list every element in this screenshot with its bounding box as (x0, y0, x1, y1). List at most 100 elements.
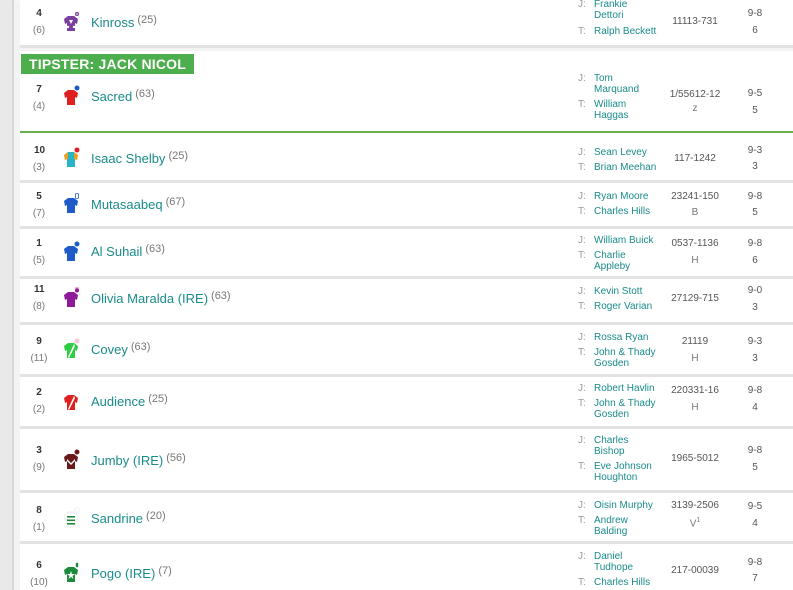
jockey-trainer: J: Rossa Ryan T: John & Thady Gosden (578, 332, 668, 369)
jockey-link[interactable]: Charles Bishop (594, 435, 639, 457)
runner-number: 2 (36, 387, 42, 398)
runner-draw: (2) (32, 404, 46, 415)
runner-draw: (7) (32, 208, 46, 219)
horse-name[interactable]: Audience (25) (91, 393, 168, 409)
runner-row[interactable]: 1 (5) Al Suhail (63) J: William Buick T: Ch… (20, 229, 793, 279)
trainer-link[interactable]: John & Thady Gosden (594, 398, 664, 420)
silk-icon (60, 390, 82, 412)
equipment: z (692, 103, 698, 114)
jockey-trainer: J: Ryan Moore T: Charles Hills (578, 191, 668, 217)
runner-row[interactable]: 2 (2) Audience (25) J: Robert Havlin T: Joh… (20, 377, 793, 429)
jockey-trainer: J: Robert Havlin T: John & Thady Gosden (578, 383, 668, 420)
runner-row[interactable]: 3 (9) Jumby (IRE) (56) J: Charles Bishop T… (20, 429, 793, 493)
tipster-badge: TIPSTER: JACK NICOL (21, 54, 195, 74)
runner-number: 3 (36, 445, 42, 456)
horse-name[interactable]: Kinross (25) (91, 14, 157, 30)
age: 5 (752, 207, 758, 218)
runner-row[interactable]: 6 (10) Pogo (IRE) (7) J: Daniel Tudhope T:… (20, 544, 793, 590)
jockey-link[interactable]: Kevin Stott (594, 286, 668, 297)
runner-draw: (6) (32, 25, 46, 36)
horse-name[interactable]: Covey (63) (91, 341, 150, 357)
runner-draw: (5) (32, 255, 46, 266)
age: 7 (752, 573, 758, 584)
silk-icon (60, 241, 82, 263)
jockey-link[interactable]: Tom Marquand (594, 73, 644, 95)
runner-draw: (10) (30, 577, 48, 588)
equipment: H (691, 402, 699, 413)
age: 4 (752, 402, 758, 413)
trainer-link[interactable]: Andrew Balding (594, 515, 639, 537)
racecard-runner-list: 4 (6) Kinross (25) J: Frankie Dettori T: Ra… (20, 0, 793, 590)
weight: 9-8 (747, 8, 763, 19)
horse-name[interactable]: Al Suhail (63) (91, 243, 165, 259)
equipment: H (691, 255, 699, 266)
runner-row[interactable]: 4 (6) Kinross (25) J: Frankie Dettori T: Ra… (20, 0, 793, 48)
horse-name[interactable]: Sandrine (20) (91, 510, 166, 526)
trainer-link[interactable]: Charlie Appleby (594, 250, 644, 272)
runner-draw: (11) (30, 353, 48, 364)
runner-draw: (9) (32, 462, 46, 473)
weight: 9-8 (747, 445, 763, 456)
horse-name[interactable]: Mutasaabeq (67) (91, 196, 185, 212)
trainer-link[interactable]: Roger Varian (594, 301, 668, 312)
horse-name[interactable]: Jumby (IRE) (56) (91, 452, 186, 468)
form-figures: 11113-731 (672, 16, 718, 27)
left-gutter (0, 0, 14, 590)
form-figures: 27129-715 (671, 293, 719, 304)
runner-number: 8 (36, 505, 42, 516)
jockey-trainer: J: William Buick T: Charlie Appleby (578, 235, 668, 272)
form-figures: 23241-150 (671, 191, 719, 202)
horse-name[interactable]: Isaac Shelby (25) (91, 150, 188, 166)
trainer-link[interactable]: Charles Hills (594, 206, 668, 217)
silk-icon (60, 507, 82, 529)
jockey-link[interactable]: Sean Levey (594, 147, 668, 158)
runner-row[interactable]: 10 (3) Isaac Shelby (25) J: Sean Levey T: B… (20, 133, 793, 183)
jockey-trainer: J: Frankie Dettori T: Ralph Beckett (578, 0, 668, 37)
runner-row[interactable]: TIPSTER: JACK NICOL 7 (4) Sacred (63) J: T… (20, 51, 793, 133)
silk-icon (60, 147, 82, 169)
jockey-trainer: J: Kevin Stott T: Roger Varian (578, 286, 668, 312)
runner-row[interactable]: 11 (8) Olivia Maralda (IRE) (63) J: Kevin … (20, 279, 793, 325)
silk-icon (60, 562, 82, 584)
silk-icon (60, 11, 82, 33)
jockey-link[interactable]: Ryan Moore (594, 191, 668, 202)
weight: 9-8 (747, 557, 763, 568)
trainer-link[interactable]: Eve Johnson Houghton (594, 461, 664, 483)
trainer-link[interactable]: Brian Meehan (594, 162, 668, 173)
jockey-link[interactable]: Oisin Murphy (594, 500, 668, 511)
runner-row[interactable]: 8 (1) Sandrine (20) J: Oisin Murphy T: Andr… (20, 493, 793, 544)
age: 5 (752, 105, 758, 116)
silk-icon (60, 449, 82, 471)
trainer-link[interactable]: Charles Hills (594, 577, 668, 588)
runner-number: 1 (36, 238, 42, 249)
form-figures: 0537-1136 (671, 238, 719, 249)
weight: 9-8 (747, 191, 763, 202)
jockey-link[interactable]: Frankie Dettori (594, 0, 644, 21)
trainer-link[interactable]: Ralph Beckett (594, 26, 668, 37)
jockey-link[interactable]: Robert Havlin (594, 383, 668, 394)
horse-name[interactable]: Sacred (63) (91, 88, 155, 104)
jockey-trainer: J: Sean Levey T: Brian Meehan (578, 147, 668, 173)
age: 3 (752, 353, 758, 364)
runner-row[interactable]: 5 (7) Mutasaabeq (67) J: Ryan Moore T: Char… (20, 183, 793, 229)
age: 3 (752, 161, 758, 172)
age: 3 (752, 302, 758, 313)
jockey-trainer: J: Daniel Tudhope T: Charles Hills (578, 551, 668, 588)
equipment: H (691, 353, 699, 364)
equipment: V1 (689, 517, 701, 530)
age: 6 (752, 25, 758, 36)
runner-row[interactable]: 9 (11) Covey (63) J: Rossa Ryan T: John & T… (20, 325, 793, 377)
form-figures: 3139-2506 (671, 500, 719, 511)
horse-name[interactable]: Pogo (IRE) (7) (91, 565, 172, 581)
jockey-link[interactable]: Rossa Ryan (594, 332, 668, 343)
trainer-link[interactable]: William Haggas (594, 99, 639, 121)
horse-name[interactable]: Olivia Maralda (IRE) (63) (91, 290, 231, 306)
trainer-link[interactable]: John & Thady Gosden (594, 347, 664, 369)
runner-draw: (4) (32, 101, 46, 112)
jockey-link[interactable]: William Buick (594, 235, 668, 246)
jockey-trainer: J: Oisin Murphy T: Andrew Balding (578, 500, 668, 537)
jockey-trainer: J: Charles Bishop T: Eve Johnson Houghton (578, 435, 668, 483)
runner-number: 4 (36, 8, 42, 19)
jockey-link[interactable]: Daniel Tudhope (594, 551, 639, 573)
weight: 9-0 (747, 285, 763, 296)
